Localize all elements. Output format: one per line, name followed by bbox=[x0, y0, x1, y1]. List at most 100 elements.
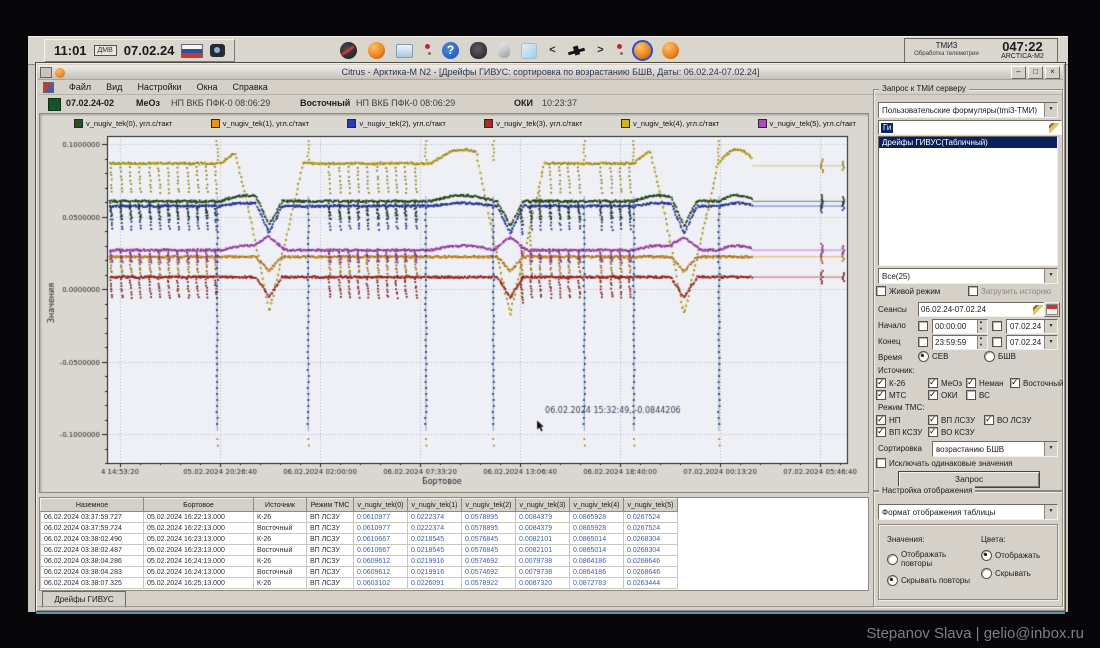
radio-option[interactable]: СЕВ bbox=[918, 351, 984, 362]
radio-icon[interactable] bbox=[984, 351, 995, 362]
folder-icon[interactable] bbox=[396, 44, 413, 58]
checkbox-icon[interactable] bbox=[984, 415, 994, 425]
calendar-button[interactable] bbox=[1044, 302, 1060, 317]
end-time-spinner[interactable]: 23:59:59 bbox=[932, 335, 988, 350]
checkbox-option[interactable]: Восточный bbox=[1010, 378, 1062, 388]
help-icon[interactable]: ? bbox=[442, 42, 459, 59]
pin-icon-2[interactable] bbox=[616, 42, 623, 59]
bug-icon[interactable] bbox=[470, 42, 487, 59]
start-date-checkbox[interactable] bbox=[992, 321, 1002, 331]
menu-file[interactable]: Файл bbox=[69, 82, 91, 92]
clear-sessions-icon[interactable] bbox=[1033, 305, 1043, 315]
end-date-select[interactable]: 07.02.24 bbox=[1006, 335, 1058, 350]
checkbox-option[interactable]: ВО ЛСЗУ bbox=[984, 415, 1040, 425]
end-time-checkbox[interactable] bbox=[918, 337, 928, 347]
clear-filter-icon[interactable] bbox=[1049, 123, 1059, 133]
table-row[interactable]: 06.02.2024 03:37:59.72405.02.2024 16:22:… bbox=[41, 523, 678, 534]
checkbox-icon[interactable] bbox=[876, 415, 886, 425]
list-item-selected[interactable]: Дрейфы ГИВУС(Табличный) bbox=[879, 137, 1057, 148]
dropdown-arrow-icon[interactable] bbox=[1044, 505, 1057, 519]
spinner-arrows-icon[interactable] bbox=[977, 320, 987, 333]
radio-icon[interactable] bbox=[887, 554, 898, 565]
mouse-icon[interactable] bbox=[498, 43, 510, 58]
radio-option[interactable]: Отображать повторы bbox=[887, 550, 977, 568]
title-bar[interactable]: Citrus - Арктика-М N2 - [Дрейфы ГИВУС: с… bbox=[38, 65, 1063, 80]
checkbox-option[interactable]: Загрузить историю bbox=[968, 286, 1060, 296]
checkbox-option[interactable]: К-26 bbox=[876, 378, 928, 388]
checkbox-option[interactable]: МеОз bbox=[928, 378, 966, 388]
checkbox-icon[interactable] bbox=[1010, 378, 1020, 388]
checkbox-option[interactable]: ВП КСЗУ bbox=[876, 427, 928, 437]
column-header[interactable]: v_nugiv_tek(1) bbox=[408, 499, 462, 512]
checkbox-option[interactable]: Исключать одинаковые значения bbox=[876, 458, 1058, 468]
checkbox-icon[interactable] bbox=[876, 458, 886, 468]
dropdown-arrow-icon[interactable] bbox=[1044, 442, 1057, 456]
column-header[interactable]: Источник bbox=[254, 499, 307, 512]
checkbox-icon[interactable] bbox=[928, 378, 938, 388]
radio-option[interactable]: Отображать bbox=[981, 550, 1053, 561]
column-header[interactable]: Режим ТМС bbox=[307, 499, 354, 512]
orange-app-active-icon[interactable] bbox=[634, 42, 651, 59]
telemetry-table[interactable]: НаземноеБортовоеИсточникРежим ТМСv_nugiv… bbox=[39, 497, 869, 591]
radio-icon[interactable] bbox=[918, 351, 929, 362]
menu-windows[interactable]: Окна bbox=[197, 82, 218, 92]
checkbox-option[interactable]: Неман bbox=[966, 378, 1010, 388]
spinner-arrows-icon[interactable] bbox=[977, 336, 987, 349]
column-header[interactable]: v_nugiv_tek(0) bbox=[354, 499, 408, 512]
checkbox-option[interactable]: Живой режим bbox=[876, 286, 968, 296]
minimize-button[interactable] bbox=[1011, 66, 1026, 79]
pin-icon[interactable] bbox=[424, 42, 431, 59]
checkbox-option[interactable]: МТС bbox=[876, 390, 928, 400]
radio-option[interactable]: Скрывать bbox=[981, 568, 1053, 579]
table-row[interactable]: 06.02.2024 03:38:02.49005.02.2024 16:23:… bbox=[41, 534, 678, 545]
formulary-select[interactable]: Пользовательские формуляры(tmi3-ТМИ) bbox=[878, 102, 1058, 118]
dropdown-arrow-icon[interactable] bbox=[1044, 320, 1057, 333]
checkbox-icon[interactable] bbox=[966, 378, 976, 388]
checkbox-icon[interactable] bbox=[966, 390, 976, 400]
start-time-spinner[interactable]: 00:00:00 bbox=[932, 319, 988, 334]
radio-option[interactable]: Скрывать повторы bbox=[887, 575, 977, 586]
formulary-list[interactable]: Дрейфы ГИВУС(Табличный) bbox=[878, 136, 1058, 266]
radio-icon[interactable] bbox=[981, 568, 992, 579]
checkbox-option[interactable]: ВП ЛСЗУ bbox=[928, 415, 984, 425]
dropdown-arrow-icon[interactable] bbox=[1044, 103, 1057, 117]
table-row[interactable]: 06.02.2024 03:38:02.48705.02.2024 16:23:… bbox=[41, 545, 678, 556]
all-select[interactable]: Все(25) bbox=[878, 268, 1058, 284]
checkbox-icon[interactable] bbox=[928, 415, 938, 425]
table-row[interactable]: 06.02.2024 03:38:07.32505.02.2024 16:25:… bbox=[41, 578, 678, 589]
table-row[interactable]: 06.02.2024 03:37:59.72705.02.2024 16:22:… bbox=[41, 512, 678, 523]
column-header[interactable]: v_nugiv_tek(3) bbox=[516, 499, 570, 512]
back-arrow-icon[interactable]: < bbox=[548, 42, 557, 59]
table-row[interactable]: 06.02.2024 03:38:04.28305.02.2024 16:24:… bbox=[41, 567, 678, 578]
column-header[interactable]: Бортовое bbox=[144, 499, 254, 512]
menu-settings[interactable]: Настройки bbox=[137, 82, 181, 92]
record-icon[interactable] bbox=[340, 42, 357, 59]
dropdown-arrow-icon[interactable] bbox=[1044, 269, 1057, 283]
checkbox-icon[interactable] bbox=[928, 390, 938, 400]
start-date-select[interactable]: 07.02.24 bbox=[1006, 319, 1058, 334]
checkbox-option[interactable]: НП bbox=[876, 415, 928, 425]
checkbox-icon[interactable] bbox=[876, 286, 886, 296]
table-row[interactable]: 06.02.2024 03:38:04.28605.02.2024 16:24:… bbox=[41, 556, 678, 567]
menu-view[interactable]: Вид bbox=[106, 82, 122, 92]
filter-input[interactable]: Ги bbox=[878, 120, 1062, 135]
orange-app-icon-2[interactable] bbox=[662, 42, 679, 59]
checkbox-icon[interactable] bbox=[876, 427, 886, 437]
radio-icon[interactable] bbox=[887, 575, 898, 586]
ice-cube-icon[interactable] bbox=[521, 43, 537, 59]
menu-help[interactable]: Справка bbox=[233, 82, 268, 92]
checkbox-option[interactable]: ВС bbox=[966, 390, 996, 400]
column-header[interactable]: v_nugiv_tek(2) bbox=[462, 499, 516, 512]
satellite-icon[interactable] bbox=[568, 42, 585, 59]
radio-option[interactable]: БШВ bbox=[984, 351, 1034, 362]
end-date-checkbox[interactable] bbox=[992, 337, 1002, 347]
sessions-input[interactable]: 06.02.24-07.02.24 bbox=[918, 302, 1046, 317]
close-button[interactable] bbox=[1045, 66, 1060, 79]
column-header[interactable]: v_nugiv_tek(5) bbox=[624, 499, 678, 512]
forward-arrow-icon[interactable]: > bbox=[596, 42, 605, 59]
sort-select[interactable]: возрастанию БШВ bbox=[932, 441, 1058, 457]
dropdown-arrow-icon[interactable] bbox=[1044, 336, 1057, 349]
orange-app-icon[interactable] bbox=[368, 42, 385, 59]
checkbox-option[interactable]: ОКИ bbox=[928, 390, 966, 400]
maximize-button[interactable] bbox=[1028, 66, 1043, 79]
